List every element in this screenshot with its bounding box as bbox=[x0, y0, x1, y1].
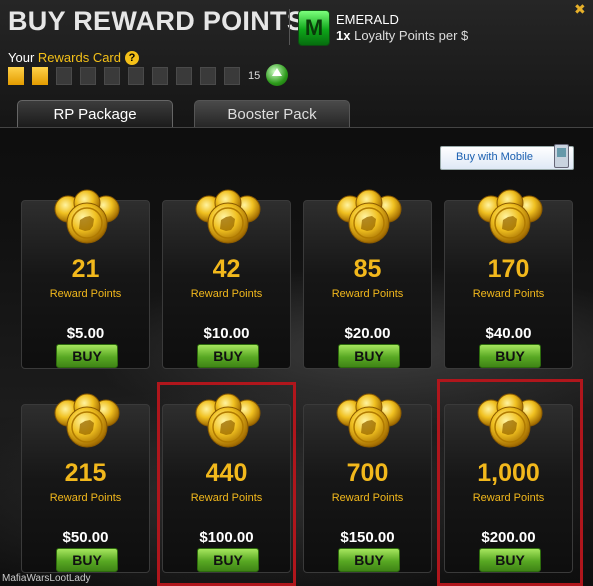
reward-points-dialog: BUY REWARD POINTS M EMERALD 1x Loyalty P… bbox=[0, 0, 593, 586]
highlight-box-440 bbox=[157, 382, 296, 586]
progress-segment bbox=[128, 67, 144, 85]
buy-button[interactable]: BUY bbox=[197, 344, 259, 368]
mobile-phone-icon bbox=[554, 144, 569, 168]
tier-name: EMERALD bbox=[336, 12, 399, 27]
package-card: 85 Reward Points $20.00 BUY bbox=[303, 189, 432, 369]
buy-with-mobile-label: Buy with Mobile bbox=[456, 151, 534, 163]
package-price: $5.00 bbox=[66, 325, 105, 342]
buy-button[interactable]: BUY bbox=[56, 344, 118, 368]
progress-segment bbox=[176, 67, 192, 85]
tab-booster-pack[interactable]: Booster Pack bbox=[194, 100, 350, 128]
gold-coins-icon bbox=[334, 189, 404, 249]
gold-coins-icon bbox=[334, 393, 404, 453]
package-card: 700 Reward Points $150.00 BUY bbox=[303, 393, 432, 573]
close-icon[interactable]: ✖ bbox=[574, 2, 586, 16]
rewards-card-prefix: Your bbox=[8, 50, 35, 65]
progress-segment bbox=[80, 67, 96, 85]
package-price: $20.00 bbox=[344, 325, 391, 342]
tier-multiplier: 1x bbox=[336, 28, 351, 43]
progress-segment bbox=[104, 67, 120, 85]
header: BUY REWARD POINTS M EMERALD 1x Loyalty P… bbox=[0, 0, 593, 128]
buy-button[interactable]: BUY bbox=[56, 548, 118, 572]
reward-points-label: Reward Points bbox=[331, 288, 404, 300]
gold-coins-icon bbox=[475, 189, 545, 249]
reward-points-label: Reward Points bbox=[331, 492, 404, 504]
watermark: MafiaWarsLootLady bbox=[2, 573, 91, 584]
highlight-box-1000 bbox=[437, 379, 583, 586]
package-points: 215 bbox=[64, 459, 107, 487]
page-title: BUY REWARD POINTS bbox=[8, 6, 306, 36]
progress-segment bbox=[8, 67, 24, 85]
package-points: 42 bbox=[212, 255, 241, 283]
package-points: 85 bbox=[353, 255, 382, 283]
package-price: $150.00 bbox=[340, 529, 395, 546]
tab-divider bbox=[0, 127, 593, 128]
package-points: 170 bbox=[487, 255, 530, 283]
gold-coins-icon bbox=[52, 189, 122, 249]
help-icon[interactable]: ? bbox=[125, 51, 139, 65]
package-price: $10.00 bbox=[203, 325, 250, 342]
tier-desc-text: Loyalty Points per $ bbox=[354, 28, 469, 43]
gold-coins-icon bbox=[193, 189, 263, 249]
progress-segment bbox=[152, 67, 168, 85]
emerald-badge-icon: M bbox=[298, 10, 330, 46]
buy-button[interactable]: BUY bbox=[479, 344, 541, 368]
buy-with-mobile-button[interactable]: Buy with Mobile bbox=[440, 144, 574, 170]
reward-points-label: Reward Points bbox=[472, 288, 545, 300]
package-card: 170 Reward Points $40.00 BUY bbox=[444, 189, 573, 369]
gold-coins-icon bbox=[52, 393, 122, 453]
package-card: 42 Reward Points $10.00 BUY bbox=[162, 189, 291, 369]
package-price: $40.00 bbox=[485, 325, 532, 342]
reward-points-label: Reward Points bbox=[190, 288, 263, 300]
package-card: 215 Reward Points $50.00 BUY bbox=[21, 393, 150, 573]
reward-points-label: Reward Points bbox=[49, 288, 122, 300]
progress-segment bbox=[200, 67, 216, 85]
buy-button[interactable]: BUY bbox=[338, 548, 400, 572]
rewards-card-title: Rewards Card bbox=[37, 50, 121, 65]
package-points: 21 bbox=[71, 255, 100, 283]
rewards-card-count: 15 bbox=[248, 70, 261, 82]
progress-segment bbox=[56, 67, 72, 85]
package-price: $50.00 bbox=[62, 529, 109, 546]
rewards-card-label: Your Rewards Card? bbox=[8, 50, 139, 65]
reward-points-label: Reward Points bbox=[49, 492, 122, 504]
tab-rp-package[interactable]: RP Package bbox=[17, 100, 173, 128]
header-divider bbox=[289, 9, 290, 45]
tier-description: 1x Loyalty Points per $ bbox=[336, 28, 468, 43]
progress-segment bbox=[224, 67, 240, 85]
progress-segment bbox=[32, 67, 48, 85]
upgrade-arrow-icon[interactable] bbox=[266, 64, 288, 86]
package-points: 700 bbox=[346, 459, 389, 487]
buy-button[interactable]: BUY bbox=[338, 344, 400, 368]
package-card: 21 Reward Points $5.00 BUY bbox=[21, 189, 150, 369]
